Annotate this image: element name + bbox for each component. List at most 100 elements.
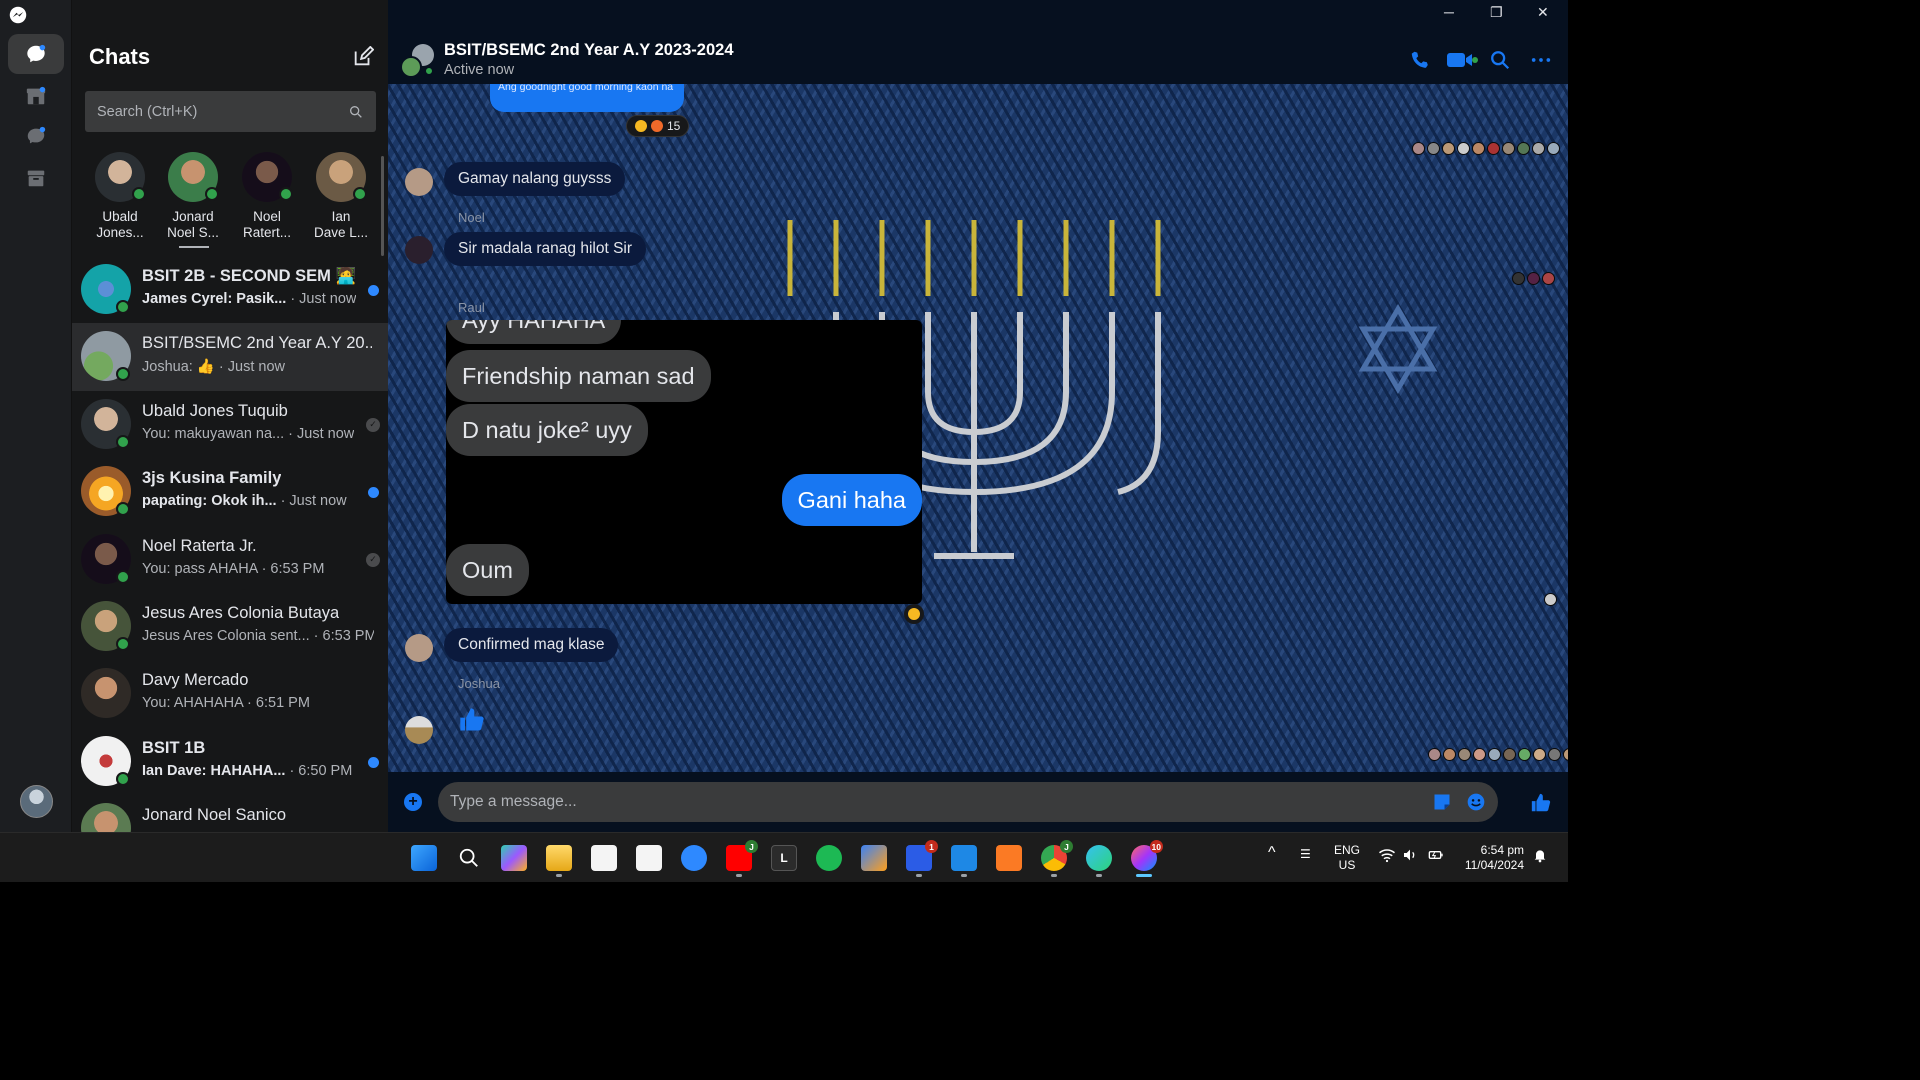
sender-avatar[interactable] <box>405 634 433 662</box>
messenger-icon[interactable]: 10 <box>1131 840 1163 871</box>
preview-text: Joshua: 👍 <box>142 359 215 376</box>
conversation-row[interactable]: Jonard Noel Sanico <box>72 795 388 832</box>
preview-text: papating: Okok ih... <box>142 493 277 510</box>
search-in-conversation-icon[interactable] <box>1489 49 1511 71</box>
rail-marketplace-button[interactable] <box>8 76 64 116</box>
avatar <box>168 152 219 202</box>
story-noel[interactable]: Noel Ratert... <box>232 152 302 241</box>
vscode-icon[interactable] <box>951 845 977 871</box>
app-L-icon[interactable]: L <box>771 845 797 871</box>
network-icon[interactable] <box>861 845 887 871</box>
preview-time: · Just now <box>286 291 357 307</box>
conversation-row[interactable]: Ubald Jones Tuquib You: makuyawan na... ·… <box>72 391 388 459</box>
wifi-icon[interactable] <box>1378 847 1396 867</box>
notification-badge: 1 <box>925 840 938 853</box>
conversation-preview: James Cyrel: Pasik... · Just now <box>142 291 356 307</box>
preview-text: Ian Dave: HAHAHA... <box>142 762 286 779</box>
preview-time: · Just now <box>214 359 285 376</box>
edge-icon[interactable] <box>1086 845 1112 871</box>
shared-screenshot-image[interactable]: Ayy HAHAHA Friendship naman sad D natu j… <box>446 320 922 604</box>
message-field[interactable] <box>438 782 1498 822</box>
mail-icon[interactable] <box>636 845 662 871</box>
battery-icon[interactable] <box>1427 847 1445 867</box>
reactions-pill[interactable]: 15 <box>626 115 690 137</box>
rail-chats-button[interactable] <box>8 34 64 74</box>
add-attachment-icon[interactable]: + <box>404 793 422 811</box>
clock[interactable]: 6:54 pm 11/04/2024 <box>1458 843 1524 873</box>
conversation-title: Jonard Noel Sanico <box>142 806 287 825</box>
message-bubble[interactable]: Gamay nalang guysss <box>444 162 626 196</box>
spotify-icon[interactable] <box>816 845 842 871</box>
conversation-title: BSIT 2B - SECOND SEM 🧑‍💻 <box>142 267 356 285</box>
preview-time: · 6:53 PM <box>309 628 374 644</box>
restore-button[interactable]: ❐ <box>1490 4 1503 21</box>
emoji-icon[interactable] <box>1466 792 1486 812</box>
my-profile-avatar[interactable] <box>20 785 53 818</box>
search-input[interactable] <box>97 103 348 120</box>
send-like-icon[interactable] <box>1530 792 1552 814</box>
conversation-title[interactable]: BSIT/BSEMC 2nd Year A.Y 2023-2024 <box>444 41 734 60</box>
new-message-icon[interactable] <box>352 46 374 68</box>
sender-avatar[interactable] <box>405 168 433 196</box>
story-jonard[interactable]: Jonard Noel S... <box>158 152 228 241</box>
minimize-button[interactable]: ─ <box>1444 4 1454 20</box>
conversation-row[interactable]: BSIT 1B Ian Dave: HAHAHA... · 6:50 PM <box>72 728 388 796</box>
conversation-preview: papating: Okok ih... · Just now <box>142 493 347 509</box>
conversation-row[interactable]: Jesus Ares Colonia Butaya Jesus Ares Colo… <box>72 593 388 661</box>
conversation-preview: You: makuyawan na... · Just now <box>142 426 354 442</box>
chatgpt-icon[interactable] <box>501 845 527 871</box>
message-bubble-mine[interactable]: Ang goodnight good morning kaon na <box>490 84 684 112</box>
preview-time: · 6:53 PM <box>257 560 325 577</box>
online-indicator <box>205 187 219 201</box>
conversation-row[interactable]: BSIT/BSEMC 2nd Year A.Y 20... Joshua: 👍 ·… <box>72 323 388 392</box>
sender-avatar[interactable] <box>405 716 433 744</box>
more-options-icon[interactable] <box>1530 49 1552 71</box>
chat-icon[interactable] <box>681 845 707 871</box>
conversation-title: Noel Raterta Jr. <box>142 536 257 555</box>
running-indicator <box>916 874 922 877</box>
youtube-icon[interactable]: J <box>726 840 758 871</box>
search-box[interactable] <box>85 91 376 132</box>
voice-call-icon[interactable] <box>1409 49 1431 71</box>
conversation-row[interactable]: Noel Raterta Jr. You: pass AHAHA · 6:53 P… <box>72 526 388 594</box>
conversation-row[interactable]: 3js Kusina Family papating: Okok ih... · … <box>72 458 388 526</box>
story-ubald[interactable]: Ubald Jones... <box>85 152 155 241</box>
rail-requests-button[interactable] <box>8 116 64 156</box>
notifications-icon[interactable] <box>1532 847 1548 867</box>
xampp-icon[interactable] <box>996 845 1022 871</box>
preview-text: Jesus Ares Colonia sent... <box>142 628 310 644</box>
online-indicator <box>132 187 146 201</box>
wow-emoji-icon <box>651 120 663 132</box>
story-ian[interactable]: Ian Dave L... <box>306 152 376 241</box>
word-icon[interactable]: 1 <box>906 840 938 871</box>
online-indicator <box>116 771 130 786</box>
language-indicator[interactable]: ENG US <box>1334 843 1360 873</box>
show-hidden-icons-button[interactable]: ^ <box>1268 845 1276 861</box>
store-icon[interactable] <box>591 845 617 871</box>
read-receipts <box>1428 748 1568 761</box>
image-reaction[interactable] <box>904 604 924 624</box>
message-bubble[interactable]: Confirmed mag klase <box>444 628 619 662</box>
volume-icon[interactable] <box>1402 847 1418 867</box>
file-explorer-icon[interactable] <box>546 845 572 871</box>
start-icon[interactable] <box>411 845 437 871</box>
thumbs-up-icon[interactable] <box>458 706 486 734</box>
sticker-icon[interactable] <box>1432 792 1452 812</box>
screenshot-bubble-mine: Gani haha <box>781 474 922 526</box>
message-bubble[interactable]: Sir madala ranag hilot Sir <box>444 232 647 266</box>
marketplace-icon <box>26 86 46 105</box>
conversation-row[interactable]: BSIT 2B - SECOND SEM 🧑‍💻 James Cyrel: Pas… <box>72 256 388 324</box>
sender-avatar[interactable] <box>405 236 433 264</box>
close-button[interactable]: ✕ <box>1537 4 1549 21</box>
video-call-icon[interactable] <box>1446 49 1478 71</box>
conversation-row[interactable]: Davy Mercado You: AHAHAHA · 6:51 PM <box>72 660 388 728</box>
screenshot-bubble: Ayy HAHAHA <box>446 320 622 344</box>
conversation-preview: You: AHAHAHA · 6:51 PM <box>142 695 310 711</box>
running-indicator <box>736 874 742 877</box>
chat-list-scrollbar[interactable] <box>381 156 384 256</box>
rail-archive-button[interactable] <box>8 158 64 198</box>
chrome-icon[interactable]: J <box>1041 840 1073 871</box>
search-icon[interactable] <box>456 845 482 871</box>
message-input[interactable] <box>450 793 1418 811</box>
tray-settings-icon[interactable]: ☰ <box>1300 847 1311 862</box>
